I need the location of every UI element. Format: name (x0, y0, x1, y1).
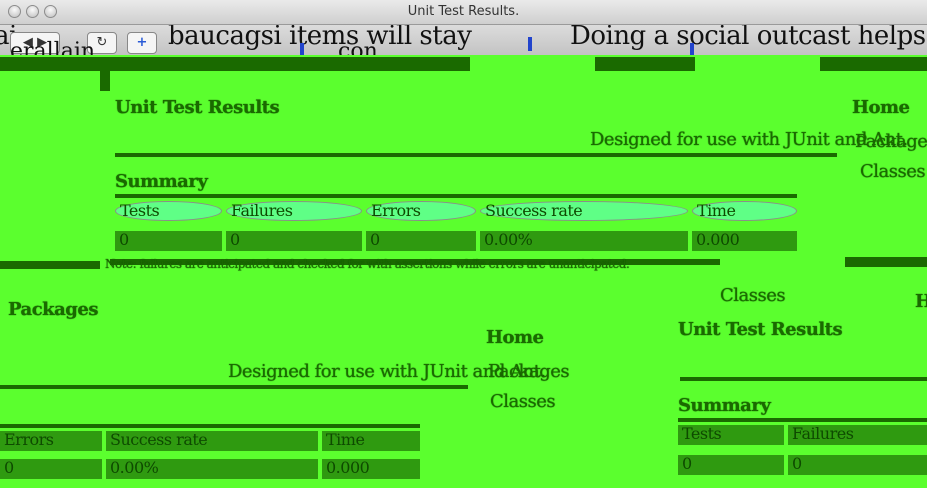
zoom-window-button[interactable] (44, 5, 57, 18)
table-border (0, 424, 420, 428)
garbled-text-3: erallain (10, 39, 96, 55)
column-header-tests-repeat: Tests (678, 424, 784, 445)
report-heading-repeat: Unit Test Results (678, 319, 843, 340)
heading-rule (0, 385, 468, 389)
browser-window: Unit Test Results. ai ◀ ▶ ↻ + baucagsi i… (0, 0, 927, 488)
side-link-classes-repeat[interactable]: Classes (490, 391, 556, 412)
garbled-text-1: baucagsi items will stay (168, 25, 472, 51)
column-header-failures: Failures (226, 201, 362, 221)
divider (0, 57, 470, 71)
divider (100, 71, 110, 91)
caret-mark (300, 43, 304, 55)
table-border (678, 418, 927, 422)
column-header-failures-repeat: Failures (788, 424, 927, 445)
packages-heading: Packages (8, 299, 98, 320)
caret-mark (690, 43, 694, 55)
plus-icon: + (136, 35, 148, 50)
summary-heading-repeat: Summary (678, 395, 771, 416)
divider (595, 57, 695, 71)
value-errors-repeat: 0 (0, 458, 102, 479)
side-link-home[interactable]: Home (852, 97, 910, 118)
column-header-time-repeat: Time (322, 430, 420, 451)
summary-heading: Summary (115, 171, 208, 192)
report-frame: Unit Test Results Designed for use with … (0, 55, 927, 488)
garbled-text-4: con (338, 39, 378, 55)
divider (820, 57, 927, 71)
heading-rule (680, 377, 927, 381)
garbled-text-2: Doing a social outcast helps (570, 25, 926, 51)
value-time-repeat: 0.000 (322, 458, 420, 479)
title-bar: Unit Test Results. (0, 0, 927, 25)
column-header-tests: Tests (115, 201, 222, 221)
divider (0, 261, 100, 269)
column-header-errors-repeat: Errors (0, 430, 102, 451)
value-success-rate-repeat: 0.00% (106, 458, 318, 479)
table-border (115, 194, 797, 198)
browser-toolbar: ai ◀ ▶ ↻ + baucagsi items will stay Doin… (0, 25, 927, 55)
value-errors: 0 (366, 230, 476, 251)
side-link-packages[interactable]: Packages (855, 131, 927, 152)
column-header-errors: Errors (366, 201, 476, 221)
caret-mark (528, 37, 532, 51)
divider (845, 257, 927, 267)
close-window-button[interactable] (8, 5, 21, 18)
column-header-success-rate: Success rate (480, 201, 688, 221)
value-time: 0.000 (692, 230, 797, 251)
heading-rule (115, 153, 837, 157)
add-bookmark-button[interactable]: + (127, 32, 157, 54)
side-link-home-repeat[interactable]: Home (486, 327, 544, 348)
side-link-home-fragment: H (915, 291, 927, 312)
classes-label: Classes (720, 285, 786, 306)
value-failures-repeat: 0 (788, 454, 927, 475)
window-controls (8, 5, 57, 18)
footer-note: Note: failures are anticipated and check… (105, 257, 630, 271)
column-header-time: Time (692, 201, 797, 221)
minimize-window-button[interactable] (26, 5, 39, 18)
column-header-success-rate-repeat: Success rate (106, 430, 318, 451)
value-success-rate: 0.00% (480, 230, 688, 251)
value-tests: 0 (115, 230, 222, 251)
side-link-classes[interactable]: Classes (860, 161, 926, 182)
value-failures: 0 (226, 230, 362, 251)
value-tests-repeat: 0 (678, 454, 784, 475)
window-title: Unit Test Results. (407, 4, 520, 19)
reload-icon: ↻ (96, 35, 108, 50)
report-heading: Unit Test Results (115, 97, 280, 118)
side-link-packages-repeat[interactable]: Packages (488, 361, 570, 382)
